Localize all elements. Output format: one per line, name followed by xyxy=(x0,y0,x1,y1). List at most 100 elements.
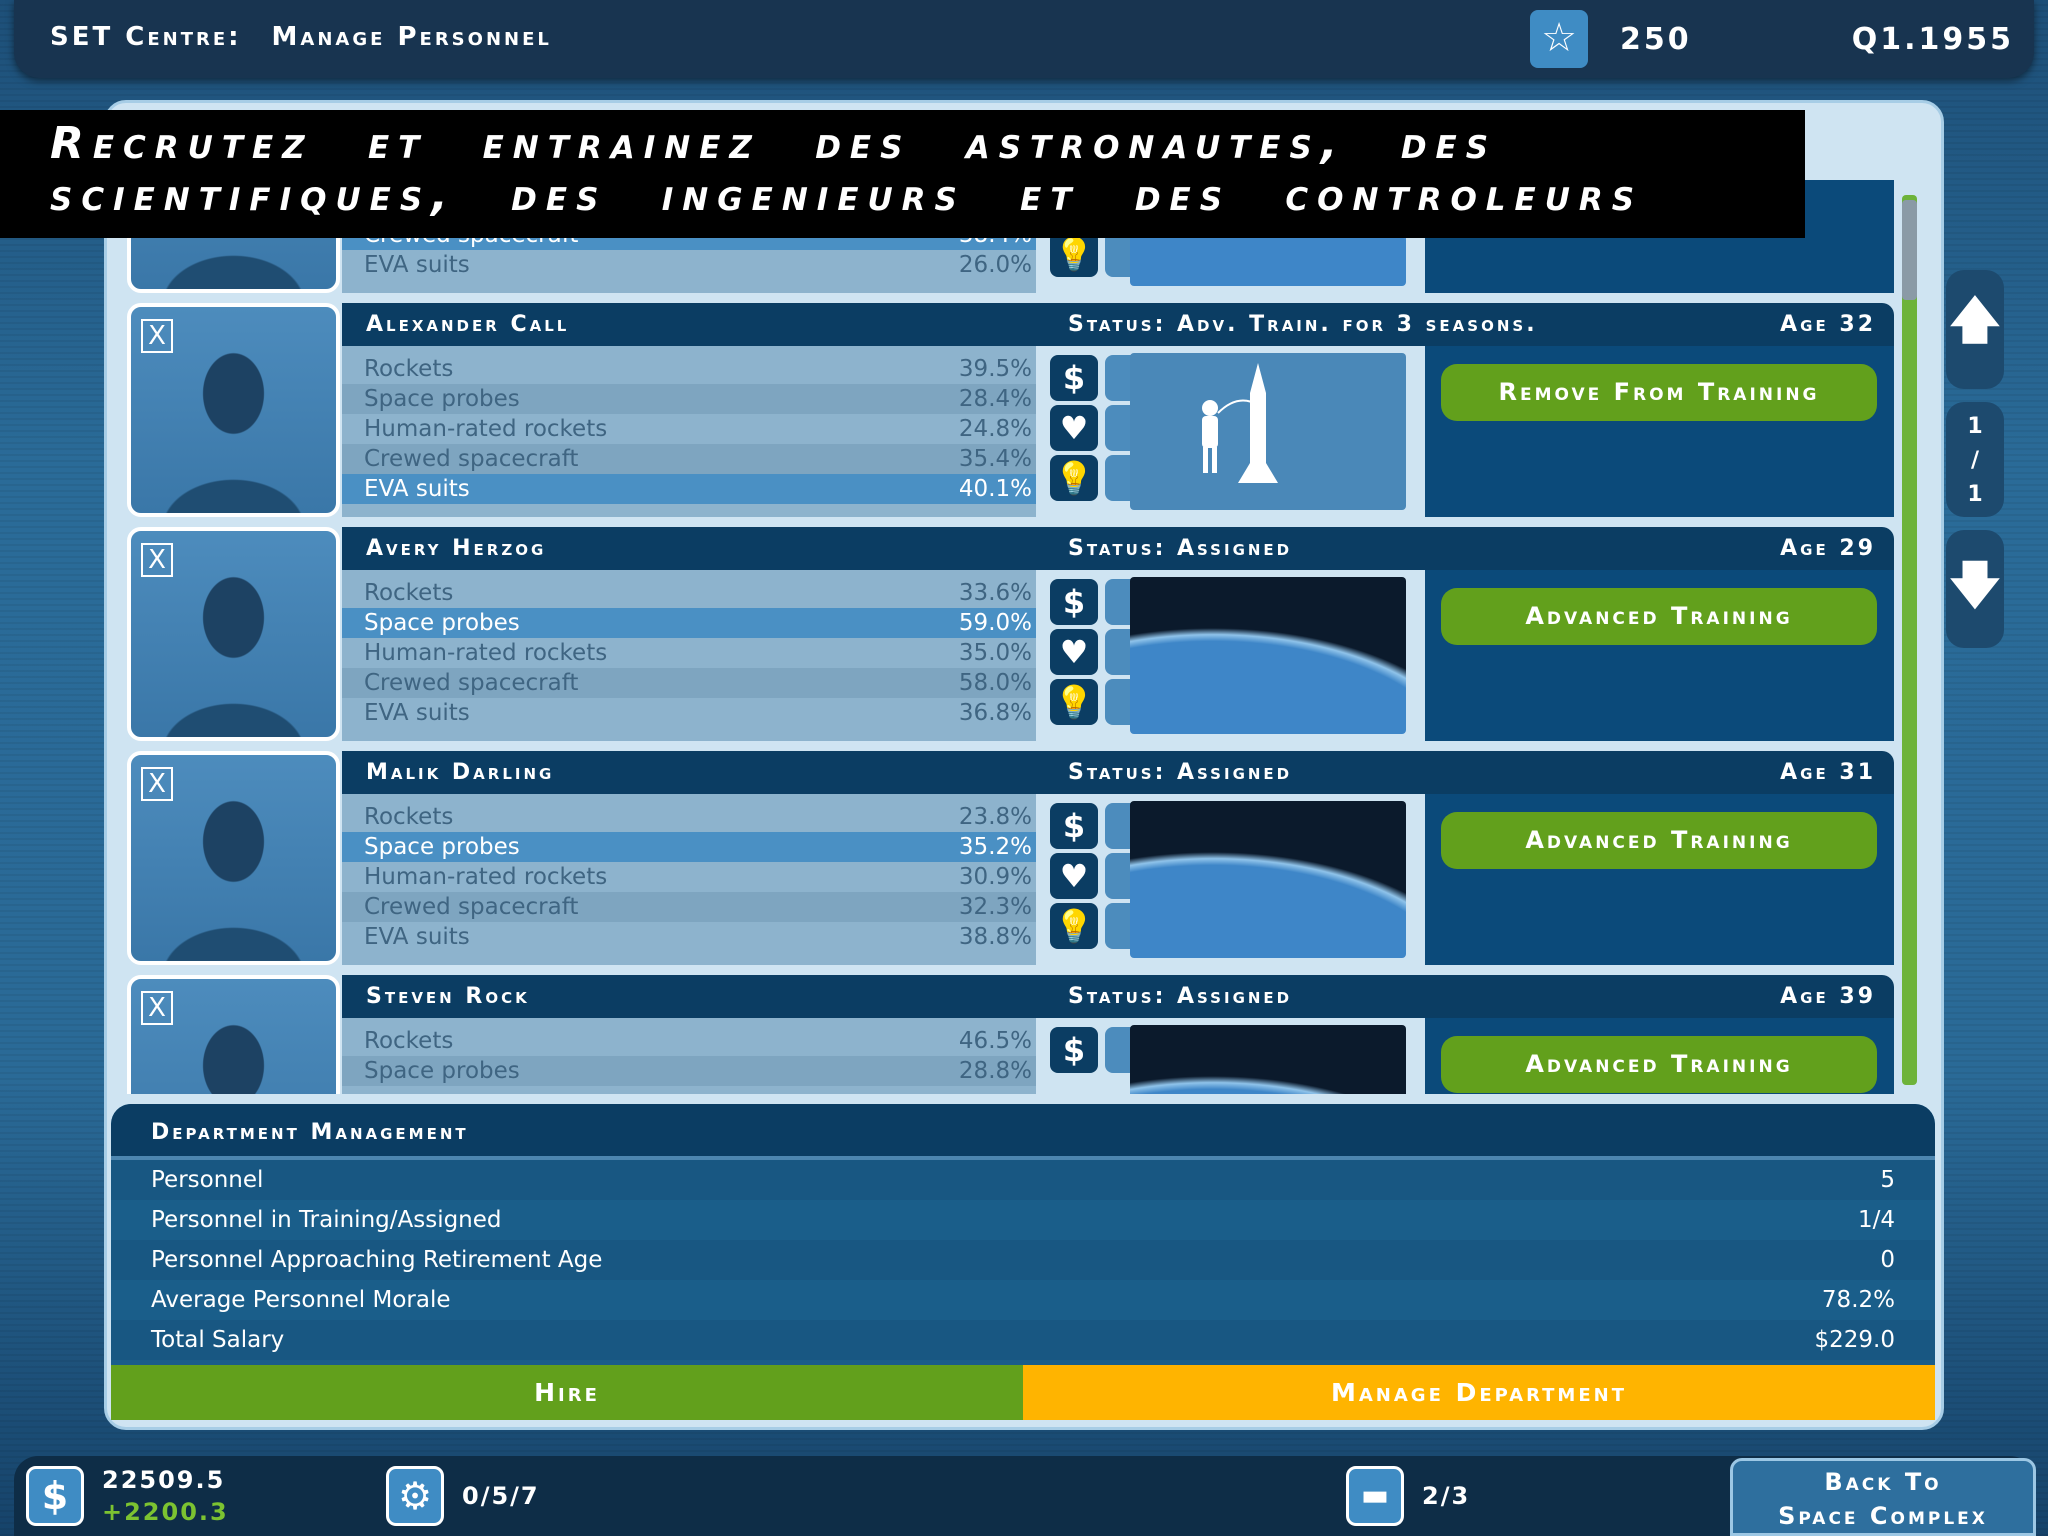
reputation-value: 250 xyxy=(1620,22,1692,57)
skill-value: 59.0% xyxy=(958,610,1032,636)
action-panel: Advanced Training xyxy=(1425,1018,1894,1094)
person-status: Status: Assigned xyxy=(1068,984,1293,1009)
person-name: Malik Darling xyxy=(366,760,555,785)
research-value: 0/5/7 xyxy=(462,1482,540,1510)
skill-row: EVA suits 38.8% xyxy=(342,922,1036,952)
gear-icon[interactable]: ⚙ xyxy=(386,1466,444,1526)
department-row: Total Salary $229.0 xyxy=(111,1320,1935,1360)
dollar-icon: $ xyxy=(1050,803,1098,849)
personnel-card: X Steven Rock Status: Assigned Age 39 Rock… xyxy=(120,975,1910,1094)
star-icon[interactable]: ☆ xyxy=(1530,10,1588,68)
top-bar: SET Centre: Manage Personnel ☆ 250 Q1.195… xyxy=(14,0,2034,78)
back-line-2: Space Complex xyxy=(1778,1502,1988,1530)
skill-label: Space probes xyxy=(364,1058,520,1084)
skill-label: Rockets xyxy=(364,1028,454,1054)
skill-value: 46.5% xyxy=(958,1028,1032,1054)
skill-row: EVA suits 40.1% xyxy=(342,474,1036,504)
row-label: Average Personnel Morale xyxy=(151,1287,451,1313)
skill-row: Human-rated rockets 30.9% xyxy=(342,862,1036,892)
lightbulb-icon: 💡 xyxy=(1050,903,1098,949)
skill-row: EVA suits 36.8% xyxy=(342,698,1036,728)
skill-row: Human-rated rockets 24.8% xyxy=(342,414,1036,444)
person-name: Alexander Call xyxy=(366,312,570,337)
portrait: X xyxy=(127,751,340,965)
skill-label: Rockets xyxy=(364,804,454,830)
arrow-up-icon: 🡅 xyxy=(1949,291,2001,349)
skill-value: 30.9% xyxy=(958,864,1032,890)
skill-label: Crewed spacecraft xyxy=(364,894,579,920)
back-to-space-complex-button[interactable]: Back To Space Complex xyxy=(1730,1458,2036,1536)
row-value: 78.2% xyxy=(1821,1287,1895,1313)
dismiss-button[interactable]: X xyxy=(141,991,173,1025)
skill-row: Rockets 39.5% xyxy=(342,354,1036,384)
page-up-button[interactable]: 🡅 xyxy=(1946,270,2004,389)
personnel-card: X Alexander Call Status: Adv. Train. for … xyxy=(120,303,1910,517)
folder-icon[interactable]: ▬ xyxy=(1346,1466,1404,1526)
personnel-list[interactable]: X Crewed spacecraft38.4%EVA suits26.0%💡7… xyxy=(120,180,1910,1094)
screen-title: SET Centre: Manage Personnel xyxy=(50,22,582,52)
person-status: Status: Assigned xyxy=(1068,760,1293,785)
department-row: Personnel in Training/Assigned 1/4 xyxy=(111,1200,1935,1240)
files-value: 2/3 xyxy=(1422,1482,1471,1510)
training-button[interactable]: Advanced Training xyxy=(1441,588,1877,645)
back-line-1: Back To xyxy=(1824,1468,1942,1496)
skill-label: Space probes xyxy=(364,610,520,636)
skill-label: EVA suits xyxy=(364,924,470,950)
skill-label: Human-rated rockets xyxy=(364,864,608,890)
heart-icon: ♥ xyxy=(1050,629,1098,675)
page-indicator: 1 / 1 xyxy=(1946,402,2004,517)
dismiss-button[interactable]: X xyxy=(141,543,173,577)
skill-value: 32.3% xyxy=(958,894,1032,920)
dollar-icon[interactable]: $ xyxy=(26,1466,84,1526)
dismiss-button[interactable]: X xyxy=(141,319,173,353)
personnel-card: X Malik Darling Status: Assigned Age 31 Ro… xyxy=(120,751,1910,965)
action-panel: Advanced Training xyxy=(1425,570,1894,741)
skill-value: 23.8% xyxy=(958,804,1032,830)
skill-label: Human-rated rockets xyxy=(364,416,608,442)
skill-row: EVA suits 26.0% xyxy=(342,250,1036,280)
portrait: X xyxy=(127,303,340,517)
skill-value: 28.4% xyxy=(958,386,1032,412)
person-status: Status: Adv. Train. for 3 seasons. xyxy=(1068,312,1538,337)
department-row: Personnel Approaching Retirement Age 0 xyxy=(111,1240,1935,1280)
skills-list: Rockets 33.6% Space probes 59.0% Human-rated… xyxy=(342,570,1036,741)
hire-button[interactable]: Hire xyxy=(111,1365,1023,1420)
training-button[interactable]: Remove From Training xyxy=(1441,364,1877,421)
money-value: 22509.5 xyxy=(102,1466,226,1494)
skill-row: Space probes 59.0% xyxy=(342,608,1036,638)
skill-row: Crewed spacecraft 58.0% xyxy=(342,668,1036,698)
skill-label: EVA suits xyxy=(364,476,470,502)
page-total: 1 xyxy=(1967,482,1983,507)
arrow-down-icon: 🡇 xyxy=(1949,556,2001,614)
banner-line-2: scientifiques, des ingenieurs et des con… xyxy=(50,170,1644,221)
row-value: 5 xyxy=(1880,1167,1895,1193)
skill-row: Rockets 23.8% xyxy=(342,802,1036,832)
section-label: SET Centre: xyxy=(50,22,242,52)
skill-label: Human-rated rockets xyxy=(364,640,608,666)
scrollbar[interactable] xyxy=(1902,195,1917,1085)
skill-label: EVA suits xyxy=(364,700,470,726)
skill-value: 36.8% xyxy=(958,700,1032,726)
skill-row: Space probes 28.8% xyxy=(342,1056,1036,1086)
dismiss-button[interactable]: X xyxy=(141,767,173,801)
skill-value: 33.6% xyxy=(958,580,1032,606)
date-value: Q1.1955 xyxy=(1851,22,2014,57)
training-button[interactable]: Advanced Training xyxy=(1441,812,1877,869)
banner-line-1: Recrutez et entrainez des astronautes, d… xyxy=(50,118,1498,169)
row-label: Personnel in Training/Assigned xyxy=(151,1207,502,1233)
person-age: Age 32 xyxy=(1780,312,1876,337)
personnel-card: X Avery Herzog Status: Assigned Age 29 Roc… xyxy=(120,527,1910,741)
heart-icon: ♥ xyxy=(1050,405,1098,451)
manage-department-button[interactable]: Manage Department xyxy=(1023,1365,1935,1420)
training-button[interactable]: Advanced Training xyxy=(1441,1036,1877,1093)
page-down-button[interactable]: 🡇 xyxy=(1946,530,2004,648)
person-status: Status: Assigned xyxy=(1068,536,1293,561)
dollar-icon: $ xyxy=(1050,355,1098,401)
lightbulb-icon: 💡 xyxy=(1050,679,1098,725)
skill-row: Space probes 35.2% xyxy=(342,832,1036,862)
department-title: Department Management xyxy=(111,1104,1935,1160)
skill-label: Space probes xyxy=(364,834,520,860)
scrollbar-thumb[interactable] xyxy=(1902,200,1917,300)
row-label: Total Salary xyxy=(151,1327,285,1353)
training-image xyxy=(1130,353,1406,510)
